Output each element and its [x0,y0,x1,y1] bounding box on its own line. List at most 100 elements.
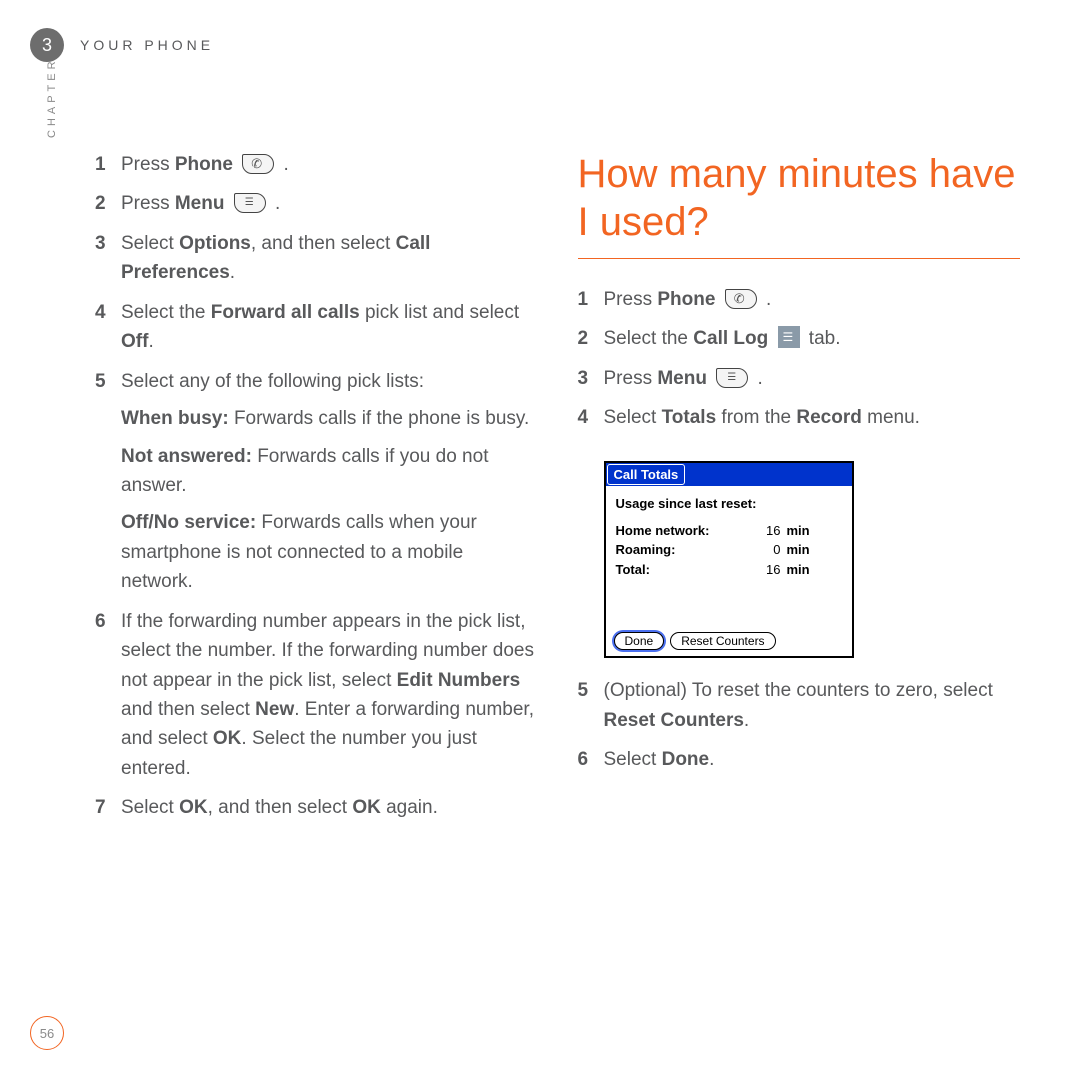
text: Select any of the following pick lists: [121,371,424,392]
bold-text: Off [121,331,148,352]
text: . [270,193,281,214]
r-step-1: Press Phone . [578,285,1021,324]
bold-text: OK [352,797,381,818]
step-1: Press Phone . [95,150,538,189]
step-5: Select any of the following pick lists: … [95,367,538,607]
manual-page: 3 YOUR PHONE CHAPTER Press Phone . Press… [0,0,1080,1080]
bold-text: Menu [175,193,225,214]
bold-text: OK [179,797,208,818]
text: Press [604,289,658,310]
text: , and then select [251,233,396,254]
r-step-2: Select the Call Log tab. [578,324,1021,363]
ct-label: Home network: [616,521,751,541]
step-4: Select the Forward all calls pick list a… [95,298,538,367]
step-6: If the forwarding number appears in the … [95,607,538,794]
chapter-side-label: CHAPTER [46,57,58,138]
text: again. [381,797,438,818]
call-totals-window: Call Totals Usage since last reset: Home… [604,461,854,659]
menu-key-icon [716,368,748,388]
text: Select [121,797,179,818]
call-totals-body: Usage since last reset: Home network: 16… [606,486,852,588]
bold-text: Phone [175,154,233,175]
text: menu. [862,407,920,428]
ct-unit: min [781,521,810,541]
left-column: Press Phone . Press Menu . Select Option… [95,150,538,833]
page-number: 56 [30,1016,64,1050]
text: . [752,368,763,389]
text: tab. [809,328,841,349]
call-totals-subtitle: Usage since last reset: [616,496,842,511]
call-totals-titlebar: Call Totals [606,463,852,486]
sub-para-not-answered: Not answered: Forwards calls if you do n… [121,434,538,501]
text: Forwards calls if the phone is busy. [229,408,530,429]
ct-value: 16 [751,560,781,580]
ct-value: 0 [751,540,781,560]
bold-text: Record [796,407,861,428]
text: . [230,262,235,283]
r-step-5: (Optional) To reset the counters to zero… [578,676,1021,745]
text: Select [121,233,179,254]
bold-text: Reset Counters [604,710,744,731]
text: Select [604,749,662,770]
bold-text: Phone [657,289,715,310]
right-step-list: Press Phone . Select the Call Log tab. P… [578,285,1021,443]
ct-value: 16 [751,521,781,541]
bold-text: Off/No service: [121,512,256,533]
bold-text: When busy: [121,408,229,429]
bold-text: Forward all calls [211,302,360,323]
menu-key-icon [234,193,266,213]
ct-row-total: Total: 16 min [616,560,842,580]
bold-text: Call Log [693,328,768,349]
bold-text: Totals [662,407,717,428]
sub-para-when-busy: When busy: Forwards calls if the phone i… [121,396,538,433]
phone-key-icon [725,289,757,309]
text: . [278,154,289,175]
step-7: Select OK, and then select OK again. [95,793,538,832]
step-3: Select Options, and then select Call Pre… [95,229,538,298]
text: Press [121,154,175,175]
section-heading: How many minutes have I used? [578,150,1021,259]
ct-unit: min [781,560,810,580]
call-totals-buttons: Done Reset Counters [606,587,852,656]
calllog-tab-icon [778,326,800,348]
r-step-4: Select Totals from the Record menu. [578,403,1021,442]
ct-row-roaming: Roaming: 0 min [616,540,842,560]
text: (Optional) To reset the counters to zero… [604,680,993,701]
call-totals-title: Call Totals [607,464,686,485]
text: . [761,289,772,310]
text: , and then select [208,797,353,818]
right-step-list-cont: (Optional) To reset the counters to zero… [578,676,1021,784]
bold-text: Edit Numbers [397,670,521,691]
text: and then select [121,699,255,720]
ct-label: Total: [616,560,751,580]
text: Press [604,368,658,389]
content-columns: Press Phone . Press Menu . Select Option… [95,150,1020,833]
done-button[interactable]: Done [614,632,665,650]
text: Select [604,407,662,428]
text: . [148,331,153,352]
text: Press [121,193,175,214]
r-step-6: Select Done. [578,745,1021,784]
text: Select the [604,328,694,349]
text: from the [716,407,796,428]
text: Select the [121,302,211,323]
ct-row-home: Home network: 16 min [616,521,842,541]
bold-text: Done [662,749,710,770]
phone-key-icon [242,154,274,174]
text: pick list and select [360,302,519,323]
bold-text: New [255,699,294,720]
bold-text: Options [179,233,251,254]
ct-label: Roaming: [616,540,751,560]
text: . [709,749,714,770]
text: . [744,710,749,731]
ct-unit: min [781,540,810,560]
section-title: YOUR PHONE [80,37,214,53]
left-step-list: Press Phone . Press Menu . Select Option… [95,150,538,833]
bold-text: OK [213,728,242,749]
bold-text: Menu [657,368,707,389]
reset-counters-button[interactable]: Reset Counters [670,632,775,650]
r-step-3: Press Menu . [578,364,1021,403]
right-column: How many minutes have I used? Press Phon… [578,150,1021,833]
bold-text: Not answered: [121,446,252,467]
step-2: Press Menu . [95,189,538,228]
